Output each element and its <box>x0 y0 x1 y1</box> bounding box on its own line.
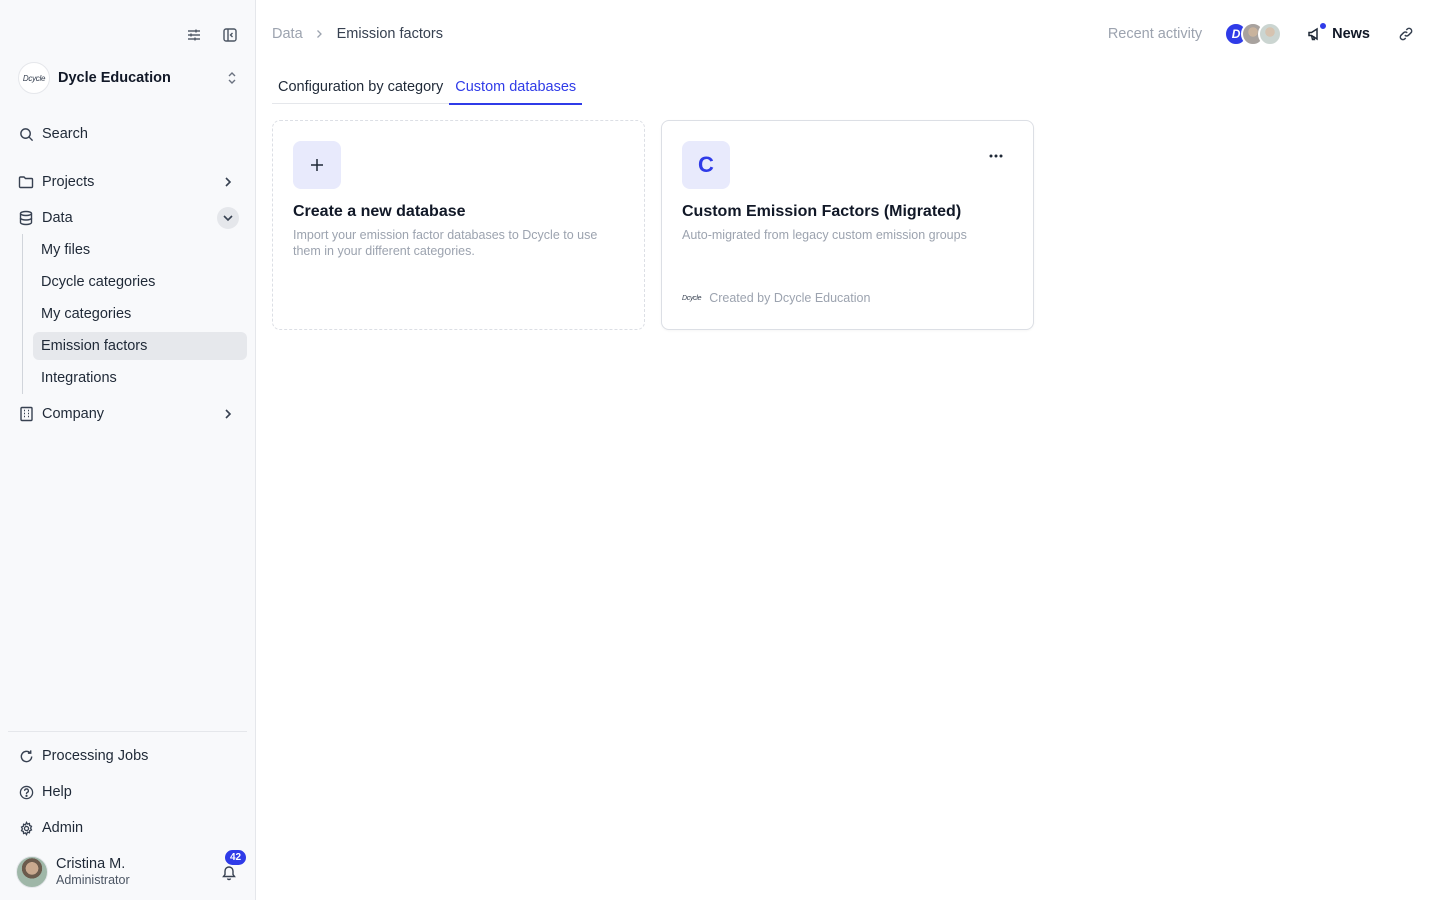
tab-configuration-by-category[interactable]: Configuration by category <box>272 70 449 104</box>
chevron-right-icon[interactable] <box>217 403 239 425</box>
help-circle-icon <box>18 784 34 800</box>
link-icon[interactable] <box>1396 24 1416 44</box>
card-creator: Dcycle Created by Dcycle Education <box>682 291 870 305</box>
sidebar-item-label: Help <box>42 784 72 800</box>
sidebar-divider <box>8 731 247 732</box>
sidebar: Dcycle Dycle Education Search Projects D… <box>0 0 256 900</box>
database-icon <box>18 210 34 226</box>
megaphone-icon <box>1306 22 1328 43</box>
custom-database-card[interactable]: C Custom Emission Factors (Migrated) Aut… <box>661 120 1034 330</box>
avatar <box>1258 22 1283 46</box>
sidebar-subitem-emission-factors[interactable]: Emission factors <box>33 332 247 360</box>
chevron-right-icon[interactable] <box>217 171 239 193</box>
sidebar-item-label: Company <box>42 406 105 422</box>
search-item[interactable]: Search <box>8 118 247 150</box>
database-initial-tile: C <box>682 141 730 189</box>
card-title: Create a new database <box>293 203 466 220</box>
header-actions: Recent activity D News <box>1108 20 1440 48</box>
sidebar-item-projects[interactable]: Projects <box>8 166 247 198</box>
refresh-icon <box>18 748 34 764</box>
organization-name: Dycle Education <box>58 70 171 86</box>
search-icon <box>18 126 34 142</box>
tab-bar: Configuration by category Custom databas… <box>272 70 583 105</box>
gear-icon <box>18 820 34 836</box>
organization-switcher[interactable]: Dcycle Dycle Education <box>18 61 239 95</box>
sidebar-top-actions <box>185 26 239 44</box>
chevron-right-icon <box>315 29 325 39</box>
sidebar-item-label: Processing Jobs <box>42 748 149 764</box>
chevron-down-icon[interactable] <box>217 207 239 229</box>
news-unread-dot <box>1319 22 1328 30</box>
folder-icon <box>18 174 34 190</box>
plus-icon <box>293 141 341 189</box>
notification-count-badge: 42 <box>225 850 246 865</box>
sidebar-subitem-integrations[interactable]: Integrations <box>33 364 247 392</box>
bell-icon <box>222 865 236 880</box>
create-database-card[interactable]: Create a new database Import your emissi… <box>272 120 645 330</box>
user-role: Administrator <box>56 873 130 887</box>
data-subnav-line <box>22 234 23 394</box>
tab-custom-databases[interactable]: Custom databases <box>449 70 583 105</box>
creator-logo: Dcycle <box>682 294 702 302</box>
sidebar-item-data[interactable]: Data <box>8 202 247 234</box>
news-button[interactable]: News <box>1306 22 1370 43</box>
sidebar-subitem-my-categories[interactable]: My categories <box>33 300 247 328</box>
avatar <box>16 856 48 888</box>
sidebar-item-company[interactable]: Company <box>8 398 247 430</box>
settings-sliders-icon[interactable] <box>185 26 203 44</box>
sidebar-item-admin[interactable]: Admin <box>8 812 247 844</box>
more-options-icon[interactable] <box>985 147 1007 165</box>
news-label: News <box>1332 26 1370 42</box>
main-content: Data Emission factors Recent activity D … <box>256 0 1440 900</box>
sidebar-subitem-dcycle-categories[interactable]: Dcycle categories <box>33 268 247 296</box>
user-profile[interactable]: Cristina M. Administrator 42 <box>16 850 246 890</box>
notifications-button[interactable]: 42 <box>219 850 246 882</box>
card-title: Custom Emission Factors (Migrated) <box>682 203 962 220</box>
sidebar-item-label: Projects <box>42 174 95 190</box>
card-description: Auto-migrated from legacy custom emissio… <box>682 228 967 242</box>
breadcrumb-current: Emission factors <box>336 26 444 42</box>
chevron-up-down-icon <box>225 70 239 86</box>
creator-text: Created by Dcycle Education <box>709 291 871 305</box>
sidebar-item-help[interactable]: Help <box>8 776 247 808</box>
sidebar-item-processing-jobs[interactable]: Processing Jobs <box>8 740 247 772</box>
building-icon <box>18 406 34 422</box>
breadcrumb: Data Emission factors <box>272 24 443 44</box>
collapse-sidebar-icon[interactable] <box>221 26 239 44</box>
collaborator-avatars[interactable]: D <box>1224 22 1283 46</box>
breadcrumb-data-link[interactable]: Data <box>272 26 303 42</box>
sidebar-item-label: Admin <box>42 820 84 836</box>
recent-activity-link[interactable]: Recent activity <box>1108 26 1202 42</box>
search-label: Search <box>42 126 88 142</box>
sidebar-subitem-my-files[interactable]: My files <box>33 236 247 264</box>
user-name: Cristina M. <box>56 856 126 872</box>
sidebar-item-label: Data <box>42 210 73 226</box>
user-info: Cristina M. Administrator <box>56 856 219 888</box>
organization-logo: Dcycle <box>18 62 50 94</box>
card-description: Import your emission factor databases to… <box>293 228 598 258</box>
